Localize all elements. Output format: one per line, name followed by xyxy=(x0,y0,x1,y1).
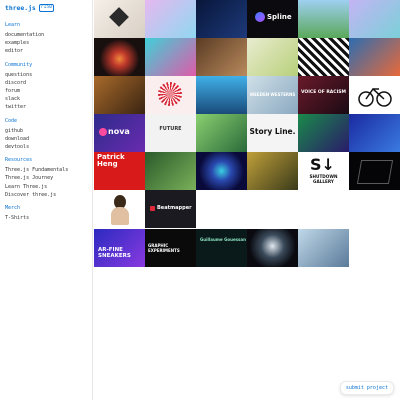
nova-label: nova xyxy=(108,127,130,136)
project-tile[interactable] xyxy=(349,114,400,152)
beatmapper-label: Beatmapper xyxy=(157,205,192,211)
section-title-community: Community xyxy=(5,61,33,68)
project-tile[interactable] xyxy=(94,38,145,76)
link-tshirts[interactable]: T-Shirts xyxy=(5,214,92,222)
project-tile[interactable]: WEEDEN WESTERNS xyxy=(247,76,298,114)
project-tile[interactable] xyxy=(196,38,247,76)
section-merch: Merch T-Shirts xyxy=(5,205,92,222)
project-tile[interactable]: FUTURE xyxy=(145,114,196,152)
link-editor[interactable]: editor xyxy=(5,47,92,55)
project-tile[interactable]: Beatmapper xyxy=(145,190,196,228)
link-github[interactable]: github xyxy=(5,127,92,135)
project-tile[interactable]: AR-FINE SNEAKERS xyxy=(94,229,145,267)
link-questions[interactable]: questions xyxy=(5,71,92,79)
link-learn-threejs[interactable]: Learn Three.js xyxy=(5,183,92,191)
project-tile[interactable]: GRAPHIC EXPERIMENTS xyxy=(145,229,196,267)
project-tile[interactable] xyxy=(145,0,196,38)
link-examples[interactable]: examples xyxy=(5,39,92,47)
link-download[interactable]: download xyxy=(5,135,92,143)
project-tile[interactable] xyxy=(349,76,400,114)
project-tile[interactable]: S↓ SHUTDOWN GALLERY xyxy=(298,152,349,190)
project-tile[interactable] xyxy=(94,0,145,38)
link-journey[interactable]: Three.js Journey xyxy=(5,174,92,182)
link-fundamentals[interactable]: Three.js Fundamentals xyxy=(5,166,92,174)
project-tile[interactable]: Patrick Heng xyxy=(94,152,145,190)
story-label: Story Line. xyxy=(249,127,296,136)
section-title-resources: Resources xyxy=(5,157,33,164)
project-tile[interactable]: Spline xyxy=(247,0,298,38)
project-tile[interactable] xyxy=(349,38,400,76)
guillaume-label: Guillaume Gouessan xyxy=(200,237,246,242)
sidebar-nav: three.js r150 Learn documentation exampl… xyxy=(0,0,93,400)
section-resources: Resources Three.js Fundamentals Three.js… xyxy=(5,157,92,199)
voice-label: VOICE OF RACISM xyxy=(301,90,346,95)
sneakers-label: AR-FINE SNEAKERS xyxy=(98,247,131,259)
spline-label: Spline xyxy=(267,13,292,21)
link-discover[interactable]: Discover three.js xyxy=(5,191,92,199)
section-title-merch: Merch xyxy=(5,205,21,212)
project-tile[interactable] xyxy=(247,229,298,267)
project-tile[interactable] xyxy=(349,0,400,38)
section-code: Code github download devtools xyxy=(5,118,92,152)
project-tile[interactable] xyxy=(298,114,349,152)
link-twitter[interactable]: twitter xyxy=(5,103,92,111)
westerns-label: WEEDEN WESTERNS xyxy=(249,92,296,97)
patrick-label: Patrick Heng xyxy=(97,153,125,168)
link-devtools[interactable]: devtools xyxy=(5,143,92,151)
project-tile[interactable] xyxy=(145,38,196,76)
project-tile[interactable]: Guillaume Gouessan xyxy=(196,229,247,267)
project-tile[interactable] xyxy=(94,76,145,114)
shutdown-glyph: S↓ xyxy=(310,155,335,174)
future-label: FUTURE xyxy=(159,126,182,132)
section-title-code: Code xyxy=(5,117,18,124)
project-tile[interactable] xyxy=(298,229,349,267)
project-tile[interactable] xyxy=(196,0,247,38)
project-tile[interactable]: nova xyxy=(94,114,145,152)
section-community: Community questions discord forum slack … xyxy=(5,62,92,112)
link-slack[interactable]: slack xyxy=(5,95,92,103)
link-discord[interactable]: discord xyxy=(5,79,92,87)
project-tile[interactable]: VOICE OF RACISM xyxy=(298,76,349,114)
project-tile[interactable] xyxy=(196,76,247,114)
submit-project-button[interactable]: submit project xyxy=(339,381,394,395)
link-documentation[interactable]: documentation xyxy=(5,31,92,39)
logo-row: three.js r150 xyxy=(5,4,92,12)
version-badge: r150 xyxy=(38,4,54,12)
project-tile[interactable] xyxy=(196,114,247,152)
project-tile[interactable] xyxy=(145,152,196,190)
section-title-learn: Learn xyxy=(5,22,21,28)
project-tile[interactable] xyxy=(349,152,400,190)
experiments-label: GRAPHIC EXPERIMENTS xyxy=(148,243,180,253)
shutdown-label: SHUTDOWN GALLERY xyxy=(309,174,338,184)
project-tile[interactable]: Story Line. xyxy=(247,114,298,152)
project-tile[interactable] xyxy=(94,190,145,228)
site-logo[interactable]: three.js xyxy=(5,4,36,12)
project-tile[interactable] xyxy=(247,38,298,76)
project-tile[interactable] xyxy=(145,76,196,114)
project-tile[interactable] xyxy=(298,0,349,38)
project-tile[interactable] xyxy=(196,152,247,190)
bicycle-icon xyxy=(358,87,392,107)
project-tile[interactable] xyxy=(247,152,298,190)
link-forum[interactable]: forum xyxy=(5,87,92,95)
project-tile[interactable] xyxy=(298,38,349,76)
section-learn: Learn documentation examples editor xyxy=(5,22,92,56)
